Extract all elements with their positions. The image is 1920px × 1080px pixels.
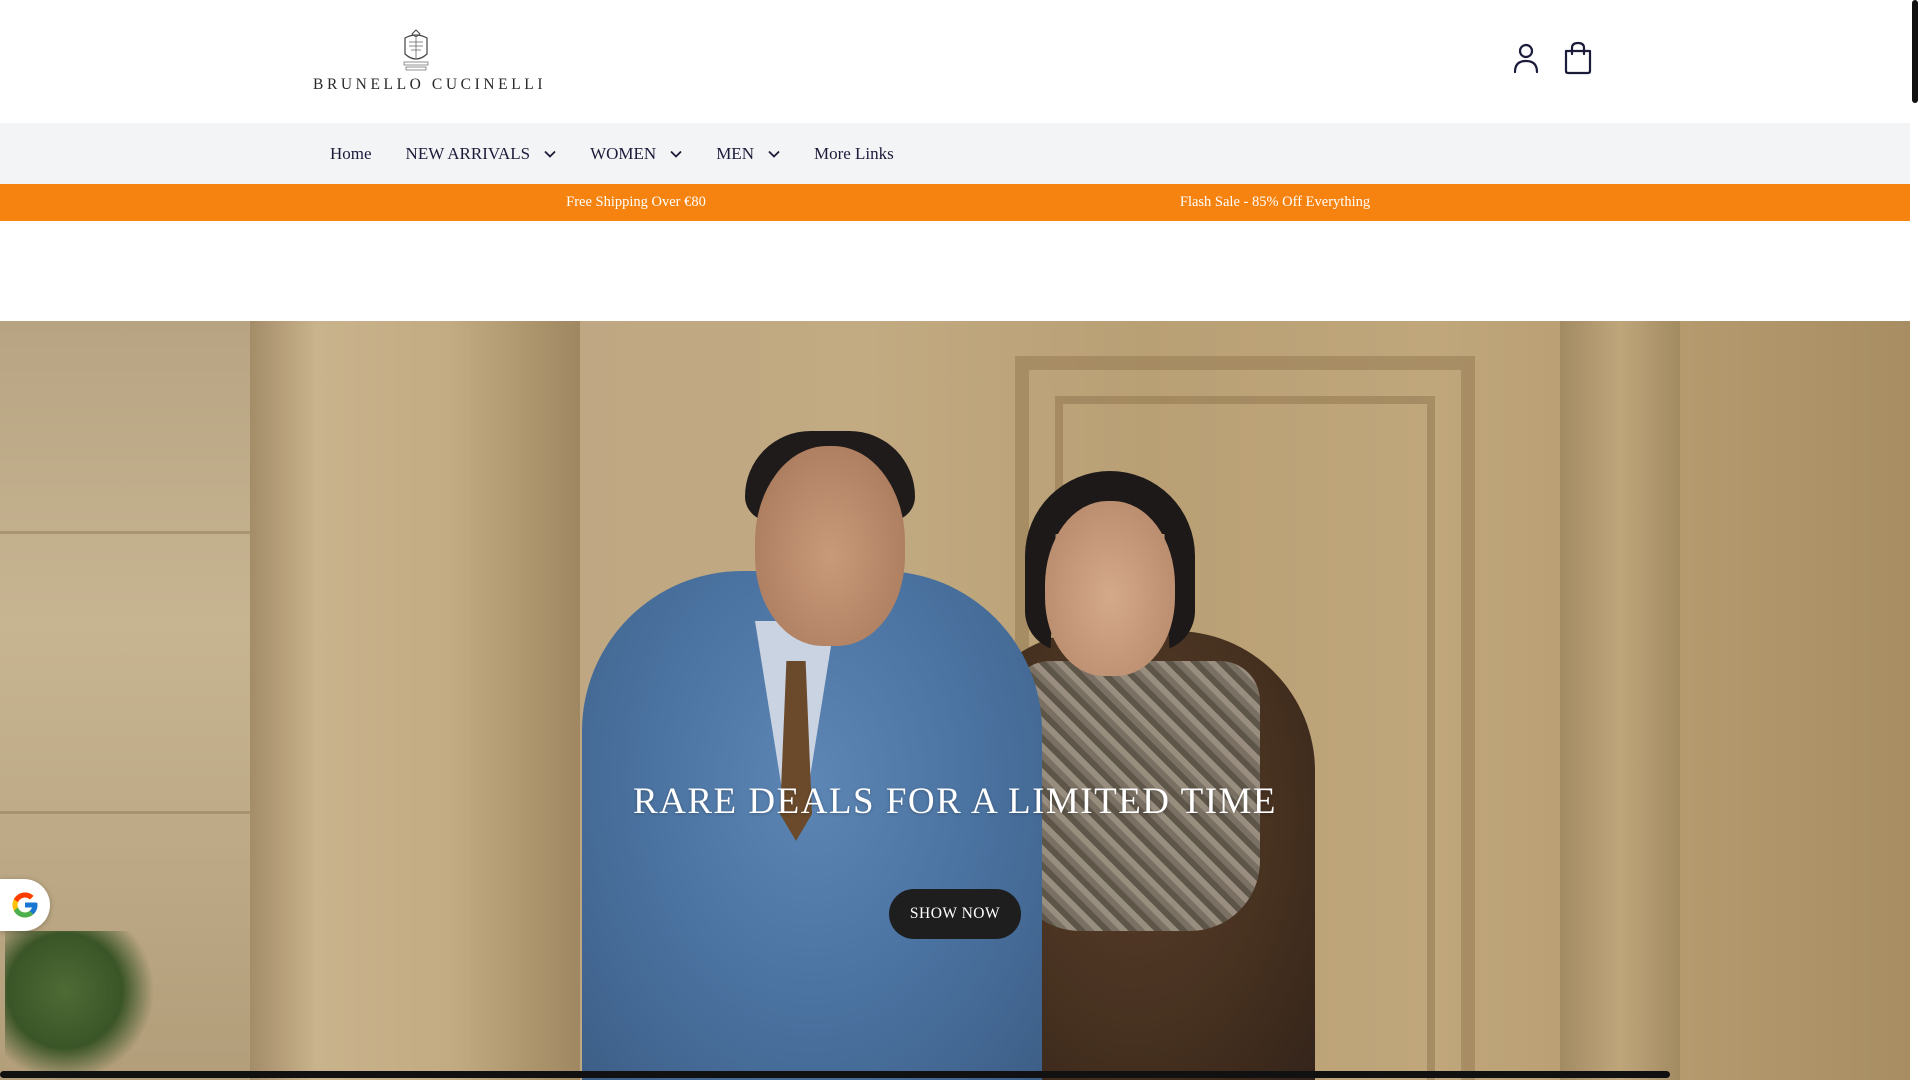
nav-item-label: WOMEN <box>590 143 657 163</box>
hero-image-stone-joint <box>0 531 250 534</box>
site-header: BRUNELLO CUCINELLI <box>0 0 1910 123</box>
nav-item-more-links[interactable]: More Links <box>797 123 911 184</box>
chevron-down-icon <box>544 150 556 158</box>
hero-image-woman-face <box>1045 501 1175 676</box>
google-reviews-badge[interactable] <box>0 879 50 931</box>
hero-image-pilaster <box>250 321 580 1080</box>
nav-item-label: Home <box>330 143 372 163</box>
show-now-button[interactable]: SHOW NOW <box>889 889 1021 939</box>
shopping-bag-icon <box>1564 41 1592 75</box>
nav-item-label: MEN <box>716 143 754 163</box>
crest-icon <box>403 29 429 71</box>
nav-item-label: NEW ARRIVALS <box>405 143 531 163</box>
hero-image-man-face <box>755 446 905 646</box>
hero-image-plant <box>5 931 155 1080</box>
cart-button[interactable] <box>1563 40 1593 76</box>
vertical-scrollbar-thumb[interactable] <box>1912 0 1918 103</box>
main-nav: Home NEW ARRIVALS WOMEN MEN More Links <box>0 123 1910 184</box>
vertical-scrollbar[interactable] <box>1910 0 1920 1080</box>
brand-name: BRUNELLO CUCINELLI <box>313 76 547 93</box>
announcement-bar: Free Shipping Over €80 Flash Sale - 85% … <box>0 184 1910 221</box>
hero-title: RARE DEALS FOR A LIMITED TIME <box>632 781 1278 822</box>
hero-image-column <box>1560 321 1680 1080</box>
announcement-shipping: Free Shipping Over €80 <box>566 194 706 210</box>
chevron-down-icon <box>670 150 682 158</box>
nav-items: Home NEW ARRIVALS WOMEN MEN More Links <box>313 123 911 184</box>
announcement-flash-sale: Flash Sale - 85% Off Everything <box>1179 194 1371 210</box>
chevron-down-icon <box>768 150 780 158</box>
account-button[interactable] <box>1511 40 1541 76</box>
nav-item-new-arrivals[interactable]: NEW ARRIVALS <box>389 123 574 184</box>
hero-banner: RARE DEALS FOR A LIMITED TIME SHOW NOW <box>0 321 1910 1080</box>
header-actions <box>1511 40 1593 76</box>
user-icon <box>1513 43 1539 74</box>
google-icon <box>12 892 38 918</box>
nav-item-home[interactable]: Home <box>313 123 389 184</box>
brand-logo[interactable]: BRUNELLO CUCINELLI <box>313 28 547 98</box>
horizontal-scrollbar-thumb[interactable] <box>0 1071 1670 1078</box>
nav-item-label: More Links <box>813 143 894 163</box>
nav-item-men[interactable]: MEN <box>699 123 797 184</box>
nav-item-women[interactable]: WOMEN <box>573 123 699 184</box>
